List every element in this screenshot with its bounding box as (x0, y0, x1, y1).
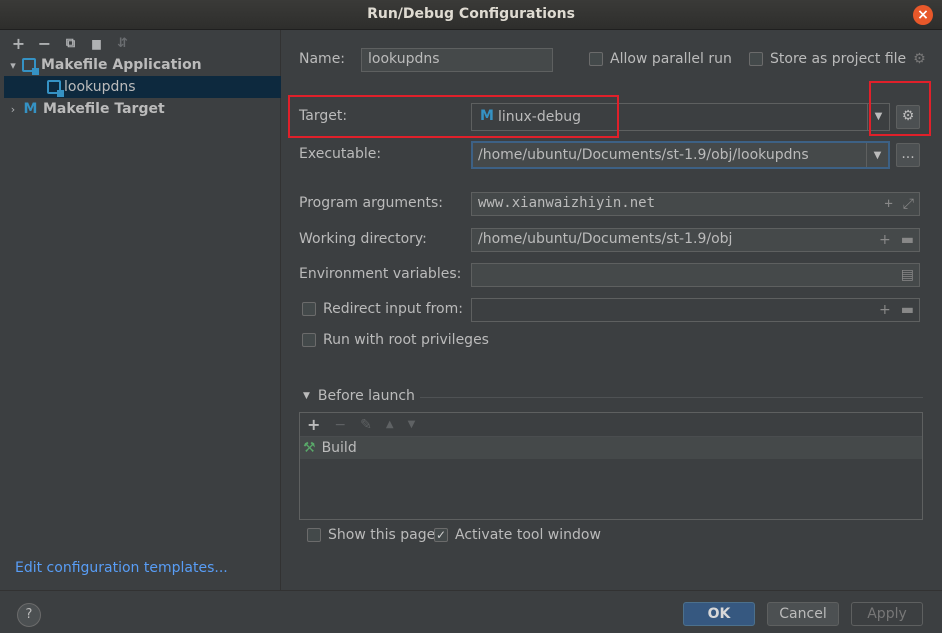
name-label: Name: (299, 51, 346, 67)
annotation-highlight-settings (869, 81, 931, 136)
folder-icon[interactable]: ▬ (901, 302, 914, 318)
checkbox-label: Run with root privileges (323, 332, 489, 348)
cancel-button[interactable]: Cancel (767, 602, 839, 626)
store-project-file-checkbox[interactable]: Store as project file ⚙ (749, 51, 926, 67)
add-macro-icon[interactable]: + (884, 196, 892, 212)
executable-dropdown[interactable]: /home/ubuntu/Documents/st-1.9/obj/lookup… (471, 141, 890, 169)
chevron-down-icon[interactable]: ▼ (303, 391, 310, 401)
program-arguments-label: Program arguments: (299, 195, 443, 211)
tree-group-label: Makefile Application (41, 57, 202, 73)
chevron-down-icon[interactable]: ▼ (866, 143, 888, 167)
checkbox-label: Store as project file (770, 51, 907, 67)
check-icon[interactable]: ✓ (434, 528, 448, 542)
ok-button[interactable]: OK (683, 602, 755, 626)
before-launch-toolbar: + − ✎ ▲ ▼ (300, 413, 922, 437)
edit-icon[interactable]: ✎ (360, 417, 372, 433)
program-arguments-field[interactable]: www.xianwaizhiyin.net + ⤢ (471, 192, 920, 216)
checkbox-box[interactable] (302, 333, 316, 347)
checkbox-box[interactable] (589, 52, 603, 66)
tree-group-label: Makefile Target (43, 101, 165, 117)
field-actions: ▤ (901, 267, 914, 283)
list-item[interactable]: ⚒ Build (300, 437, 922, 459)
sort-icon[interactable]: ⇵ (114, 35, 131, 53)
before-launch-header[interactable]: ▼ Before launch (303, 388, 415, 404)
makefile-m-icon: M (23, 101, 38, 117)
add-macro-icon[interactable]: + (879, 302, 891, 318)
show-this-page-checkbox[interactable]: Show this page (307, 527, 435, 543)
apply-button[interactable]: Apply (851, 602, 923, 626)
title-bar: Run/Debug Configurations × (0, 0, 942, 30)
folder-icon[interactable]: ▆ (88, 35, 105, 53)
remove-icon[interactable]: − (36, 35, 53, 53)
root-privileges-checkbox[interactable]: Run with root privileges (302, 332, 489, 348)
field-actions: + ▬ (879, 302, 914, 318)
makefile-config-icon (47, 80, 64, 97)
edit-document-icon[interactable]: ▤ (901, 267, 914, 283)
executable-label: Executable: (299, 146, 382, 162)
help-button[interactable]: ? (17, 603, 41, 627)
checkbox-label: Allow parallel run (610, 51, 732, 67)
program-arguments-value: www.xianwaizhiyin.net (478, 195, 656, 211)
working-directory-field[interactable]: /home/ubuntu/Documents/st-1.9/obj + ▬ (471, 228, 920, 252)
executable-value: /home/ubuntu/Documents/st-1.9/obj/lookup… (478, 147, 809, 163)
configurations-tree-panel: + − ⧉ ▆ ⇵ ▾ Makefile Application lookupd… (4, 30, 281, 590)
checkbox-label: Activate tool window (455, 527, 601, 543)
checkbox-box[interactable] (307, 528, 321, 542)
chevron-right-icon[interactable]: › (4, 103, 22, 116)
redirect-input-field[interactable]: + ▬ (471, 298, 920, 322)
field-actions: + ▬ (879, 232, 914, 248)
makefile-config-icon (22, 58, 39, 75)
checkbox-label: Redirect input from: (323, 301, 463, 317)
allow-parallel-checkbox[interactable]: Allow parallel run (589, 51, 732, 67)
dialog-footer: ? OK Cancel Apply (0, 590, 942, 633)
tree-item-lookupdns[interactable]: lookupdns (4, 76, 281, 98)
tree-group-makefile-target[interactable]: › M Makefile Target (4, 98, 281, 120)
checkbox-box[interactable] (302, 302, 316, 316)
browse-executable-button[interactable]: ... (896, 143, 920, 167)
working-directory-value: /home/ubuntu/Documents/st-1.9/obj (478, 231, 733, 247)
working-directory-label: Working directory: (299, 231, 427, 247)
field-actions: + ⤢ (884, 196, 914, 212)
remove-icon[interactable]: − (334, 417, 346, 433)
move-up-icon[interactable]: ▲ (386, 419, 394, 430)
copy-icon[interactable]: ⧉ (62, 35, 79, 53)
folder-icon[interactable]: ▬ (901, 232, 914, 248)
tree-group-makefile-application[interactable]: ▾ Makefile Application (4, 54, 281, 76)
gear-icon[interactable]: ⚙ (913, 51, 926, 67)
chevron-down-icon[interactable]: ▾ (4, 59, 22, 72)
before-launch-panel: + − ✎ ▲ ▼ ⚒ Build (299, 412, 923, 520)
environment-variables-field[interactable]: ▤ (471, 263, 920, 287)
redirect-input-checkbox[interactable]: Redirect input from: (302, 301, 463, 317)
checkbox-box[interactable] (749, 52, 763, 66)
tree-toolbar: + − ⧉ ▆ ⇵ (10, 33, 131, 55)
environment-variables-label: Environment variables: (299, 266, 462, 282)
hammer-icon: ⚒ (303, 440, 316, 456)
section-divider (420, 397, 923, 398)
activate-tool-window-checkbox[interactable]: ✓ Activate tool window (434, 527, 601, 543)
tree-item-label: lookupdns (64, 79, 136, 95)
annotation-highlight-target (288, 95, 619, 138)
add-icon[interactable]: + (10, 35, 27, 53)
before-launch-title: Before launch (317, 388, 415, 404)
checkbox-label: Show this page (328, 527, 436, 543)
close-icon[interactable]: × (913, 5, 933, 25)
add-icon[interactable]: + (307, 415, 320, 434)
edit-templates-link[interactable]: Edit configuration templates... (15, 560, 228, 576)
list-item-label: Build (321, 440, 357, 456)
window-title: Run/Debug Configurations (367, 6, 575, 22)
name-field[interactable]: lookupdns (361, 48, 553, 72)
add-macro-icon[interactable]: + (879, 232, 891, 248)
move-down-icon[interactable]: ▼ (408, 419, 416, 430)
expand-icon[interactable]: ⤢ (903, 196, 914, 212)
